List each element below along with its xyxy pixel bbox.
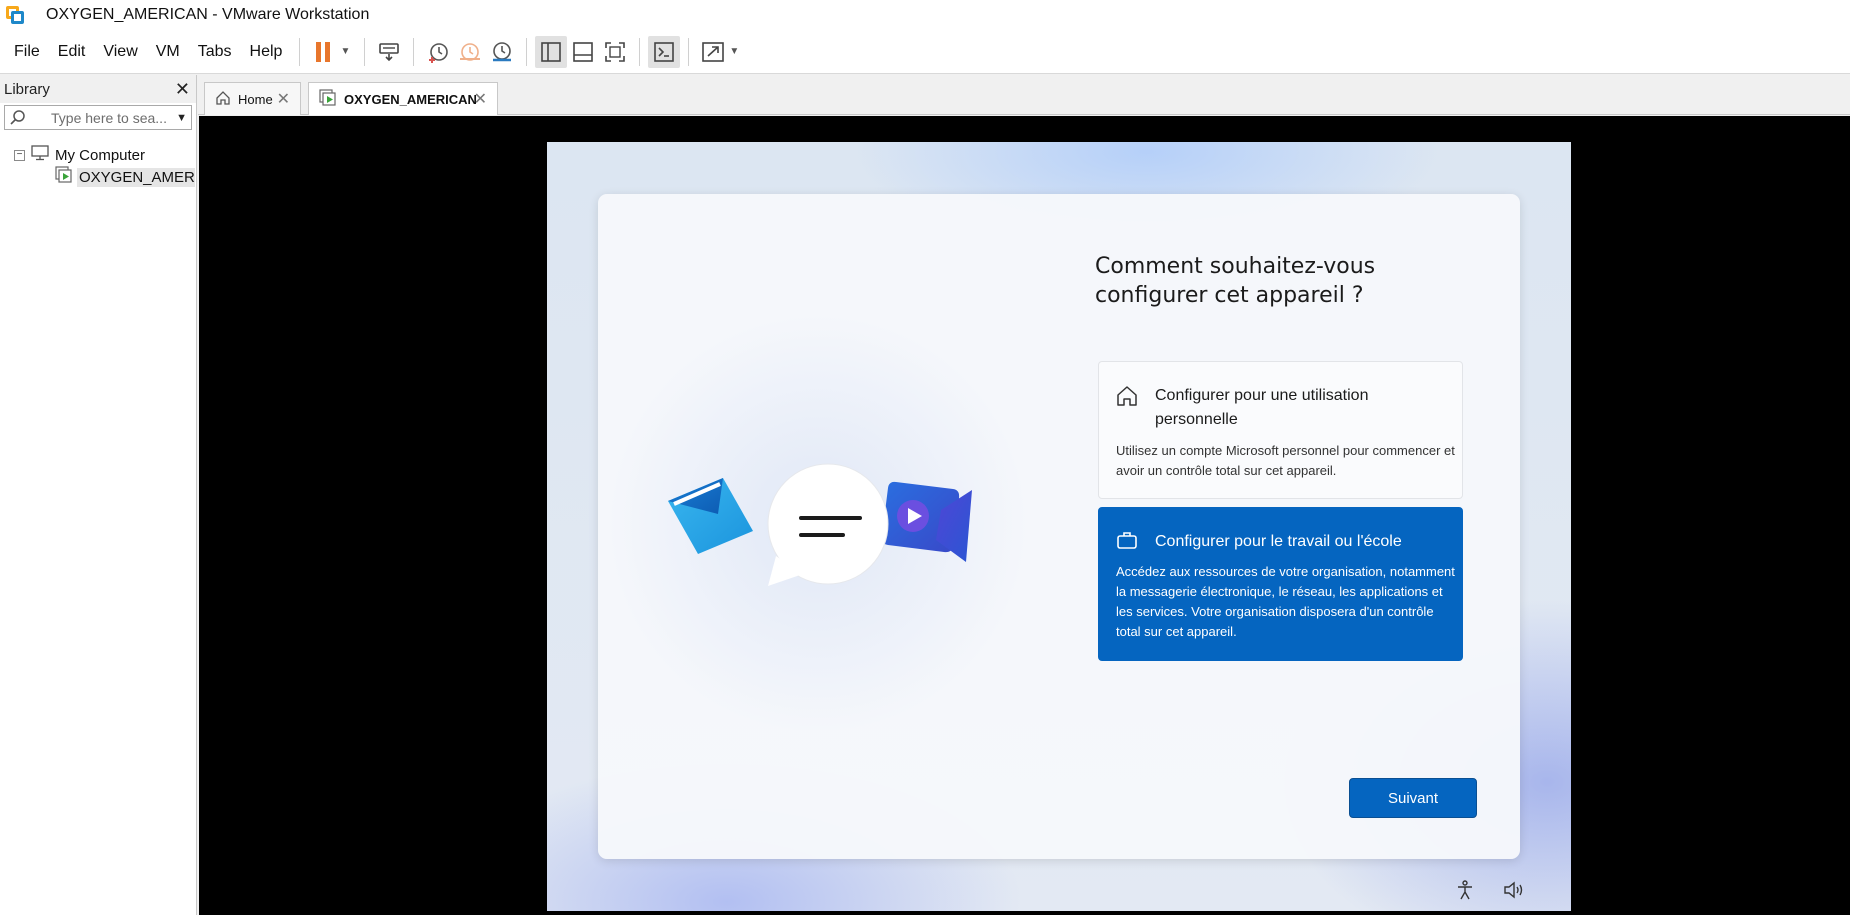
show-library-button[interactable] xyxy=(535,35,568,68)
next-button[interactable]: Suivant xyxy=(1349,778,1477,818)
tree-item-vm[interactable]: OXYGEN_AMERIC xyxy=(0,166,196,188)
oobe-title: Comment souhaitez-vous configurer cet ap… xyxy=(1095,254,1376,308)
snapshot-button[interactable] xyxy=(422,36,454,68)
toolbar-separator xyxy=(299,37,301,66)
collapse-icon[interactable]: − xyxy=(14,149,25,161)
stretch-guest-button[interactable] xyxy=(697,36,729,68)
send-ctrl-alt-del-button[interactable] xyxy=(373,36,405,68)
tab-label: Home xyxy=(238,91,273,107)
snapshot-icon xyxy=(429,42,449,63)
option-personal-use[interactable]: Configurer pour une utilisation personne… xyxy=(1098,361,1463,499)
library-search-placeholder: Type here to sea... xyxy=(51,109,167,126)
search-dropdown-icon[interactable]: ▼ xyxy=(176,112,187,124)
pause-button[interactable] xyxy=(308,36,340,68)
mail-icon xyxy=(668,478,753,554)
stretch-dropdown-icon[interactable]: ▼ xyxy=(729,46,739,57)
close-icon[interactable]: ✕ xyxy=(474,89,487,109)
library-tree: − My Computer OXYGEN_AMERIC xyxy=(0,144,196,188)
computer-icon xyxy=(31,145,49,165)
tab-oxygen-american[interactable]: OXYGEN_AMERICAN ✕ xyxy=(308,82,498,115)
revert-snapshot-icon xyxy=(460,42,481,61)
pause-dropdown-icon[interactable]: ▼ xyxy=(340,46,350,57)
library-header: Library ✕ xyxy=(0,75,196,103)
option-work-school[interactable]: Configurer pour le travail ou l'école Ac… xyxy=(1098,507,1463,661)
snapshot-manager-button[interactable] xyxy=(486,36,518,68)
snapshot-manager-icon xyxy=(493,41,512,61)
toolbar-separator xyxy=(364,37,366,66)
tree-item-my-computer[interactable]: − My Computer xyxy=(0,144,196,166)
show-library-icon xyxy=(541,41,562,62)
option-title: Configurer pour une utilisation personne… xyxy=(1155,387,1369,428)
stretch-guest-icon xyxy=(702,41,725,62)
menu-tabs[interactable]: Tabs xyxy=(189,43,241,61)
option-title: Configurer pour le travail ou l'école xyxy=(1155,533,1402,550)
menu-help[interactable]: Help xyxy=(241,43,292,61)
library-panel: Library ✕ Type here to sea... ▼ − My Com… xyxy=(0,75,197,915)
library-search-input[interactable]: Type here to sea... ▼ xyxy=(4,105,192,130)
home-icon xyxy=(215,90,231,109)
option-description: Utilisez un compte Microsoft personnel p… xyxy=(1116,443,1455,478)
title-bar: OXYGEN_AMERICAN - VMware Workstation xyxy=(0,0,1850,30)
tree-item-label: OXYGEN_AMERIC xyxy=(77,167,195,187)
window-title: OXYGEN_AMERICAN - VMware Workstation xyxy=(46,6,370,23)
menu-vm[interactable]: VM xyxy=(147,43,189,61)
tree-item-label: My Computer xyxy=(55,146,146,164)
close-icon[interactable]: ✕ xyxy=(277,89,290,109)
toolbar-separator xyxy=(526,37,528,66)
send-ctrl-alt-del-icon xyxy=(379,42,400,61)
library-close-icon[interactable]: ✕ xyxy=(175,79,190,100)
chat-bubble-icon xyxy=(767,463,889,586)
search-icon xyxy=(5,109,31,127)
toolbar-separator xyxy=(639,37,641,66)
thumbnail-bar-icon xyxy=(573,41,594,62)
full-screen-button[interactable] xyxy=(599,36,631,68)
briefcase-icon xyxy=(1115,528,1139,557)
guest-screen[interactable]: Comment souhaitez-vous configurer cet ap… xyxy=(547,142,1571,911)
console-view-button[interactable] xyxy=(648,35,681,68)
menu-view[interactable]: View xyxy=(94,43,146,61)
pause-icon xyxy=(316,41,331,62)
tab-label: OXYGEN_AMERICAN xyxy=(344,91,477,107)
oobe-illustration xyxy=(668,456,998,606)
full-screen-icon xyxy=(605,41,626,62)
vm-running-icon xyxy=(55,166,73,188)
tab-strip: Home ✕ OXYGEN_AMERICAN ✕ xyxy=(198,75,1850,115)
accessibility-icon[interactable] xyxy=(1454,879,1476,906)
vm-running-icon xyxy=(319,88,337,110)
toolbar-separator xyxy=(688,37,690,66)
library-title: Library xyxy=(4,80,50,98)
option-description: Accédez aux ressources de votre organisa… xyxy=(1116,564,1455,639)
menu-toolbar: File Edit View VM Tabs Help ▼ ▼ xyxy=(0,30,1850,74)
vmware-icon xyxy=(4,4,26,26)
revert-snapshot-button[interactable] xyxy=(454,36,486,68)
volume-icon[interactable] xyxy=(1502,879,1526,906)
home-icon xyxy=(1115,384,1139,413)
oobe-card: Comment souhaitez-vous configurer cet ap… xyxy=(598,194,1520,859)
menu-edit[interactable]: Edit xyxy=(49,43,95,61)
tab-home[interactable]: Home ✕ xyxy=(204,82,301,115)
video-call-icon xyxy=(881,481,972,562)
console-view-icon xyxy=(654,41,675,62)
vm-console[interactable]: Comment souhaitez-vous configurer cet ap… xyxy=(199,116,1850,915)
toolbar-separator xyxy=(413,37,415,66)
menu-file[interactable]: File xyxy=(5,43,49,61)
thumbnail-bar-button[interactable] xyxy=(567,36,599,68)
